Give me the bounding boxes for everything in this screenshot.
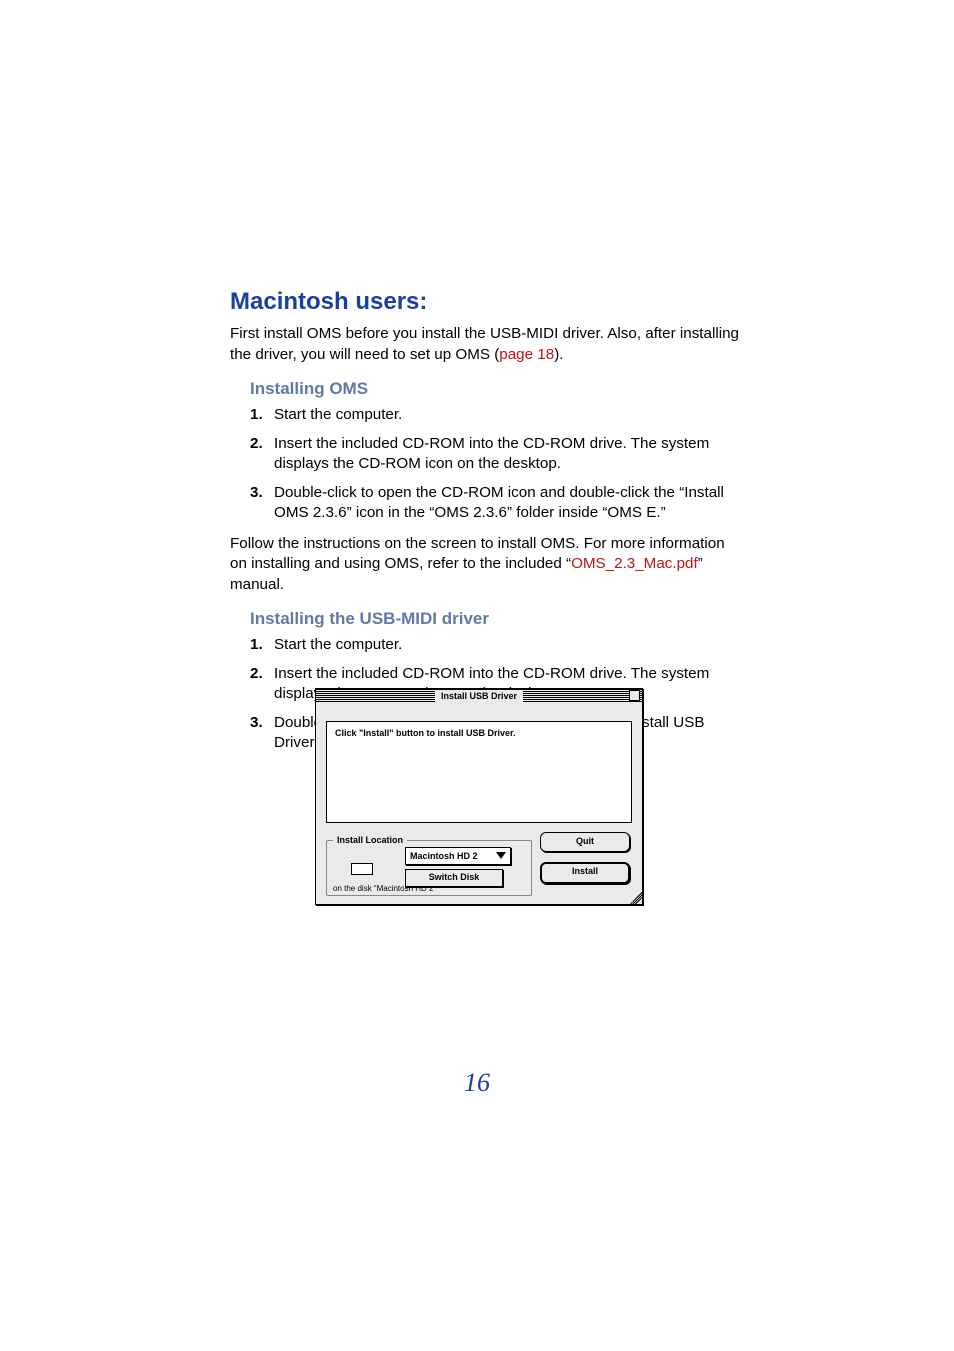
disk-select-label: Macintosh HD 2 <box>410 849 478 863</box>
step-item: Start the computer. <box>250 405 742 426</box>
disk-icon <box>351 863 373 875</box>
close-icon[interactable] <box>629 690 640 701</box>
subheading-installing-usb-midi: Installing the USB-MIDI driver <box>250 609 742 629</box>
installer-window: Install USB Driver Click "Install" butto… <box>315 688 643 905</box>
resize-handle-icon[interactable] <box>630 892 642 904</box>
link-page-18[interactable]: page 18 <box>499 346 554 363</box>
switch-disk-button[interactable]: Switch Disk <box>405 869 503 887</box>
installer-titlebar: Install USB Driver <box>316 689 642 703</box>
page-number: 16 <box>0 1068 954 1098</box>
installer-message: Click "Install" button to install USB Dr… <box>326 721 632 823</box>
step-item: Double-click to open the CD-ROM icon and… <box>250 483 742 524</box>
install-location-legend: Install Location <box>333 835 407 845</box>
heading-macintosh-users: Macintosh users: <box>230 288 742 316</box>
install-button[interactable]: Install <box>540 862 630 884</box>
intro-paragraph: First install OMS before you install the… <box>230 324 742 365</box>
quit-button[interactable]: Quit <box>540 832 630 852</box>
disk-select[interactable]: Macintosh HD 2 <box>405 847 511 865</box>
installer-title: Install USB Driver <box>435 690 523 702</box>
intro-text-1: First install OMS before you install the… <box>230 325 739 363</box>
step-item: Start the computer. <box>250 635 742 656</box>
link-oms-pdf[interactable]: OMS_2.3_Mac.pdf <box>571 555 698 572</box>
step-item: Insert the included CD-ROM into the CD-R… <box>250 434 742 475</box>
follow-paragraph: Follow the instructions on the screen to… <box>230 534 742 596</box>
intro-text-2: ). <box>554 346 563 363</box>
steps-installing-oms: Start the computer. Insert the included … <box>230 405 742 524</box>
subheading-installing-oms: Installing OMS <box>250 379 742 399</box>
install-location-group: Install Location Macintosh HD 2 on the d… <box>326 840 532 896</box>
chevron-down-icon <box>496 852 506 860</box>
